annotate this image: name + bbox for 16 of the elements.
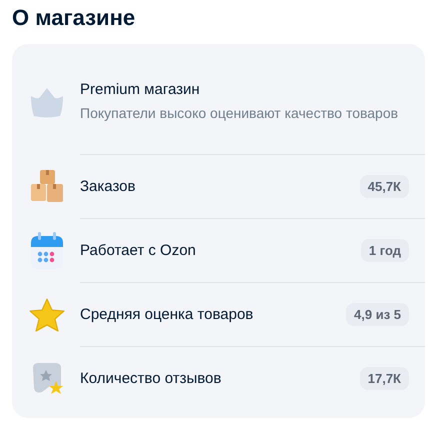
section-title: О магазине: [12, 4, 136, 32]
row-description: Покупатели высоко оценивают качество товаров: [80, 104, 400, 123]
boxes-icon: [29, 169, 65, 205]
row-label: Заказов: [80, 176, 136, 196]
value-badge: 4,9 из 5: [346, 303, 409, 326]
value-badge: 17,7К: [360, 367, 409, 390]
crown-icon: [29, 88, 65, 118]
value-badge: 45,7К: [360, 175, 409, 198]
row-label: Количество отзывов: [80, 368, 222, 388]
calendar-icon: [30, 232, 64, 270]
row-label: Работает с Ozon: [80, 240, 197, 260]
value-badge: 1 год: [360, 239, 409, 262]
row-label: Premium магазин: [80, 80, 201, 100]
row-label: Средняя оценка товаров: [80, 304, 254, 324]
star-icon: [29, 298, 65, 332]
review-icon: [30, 362, 64, 396]
